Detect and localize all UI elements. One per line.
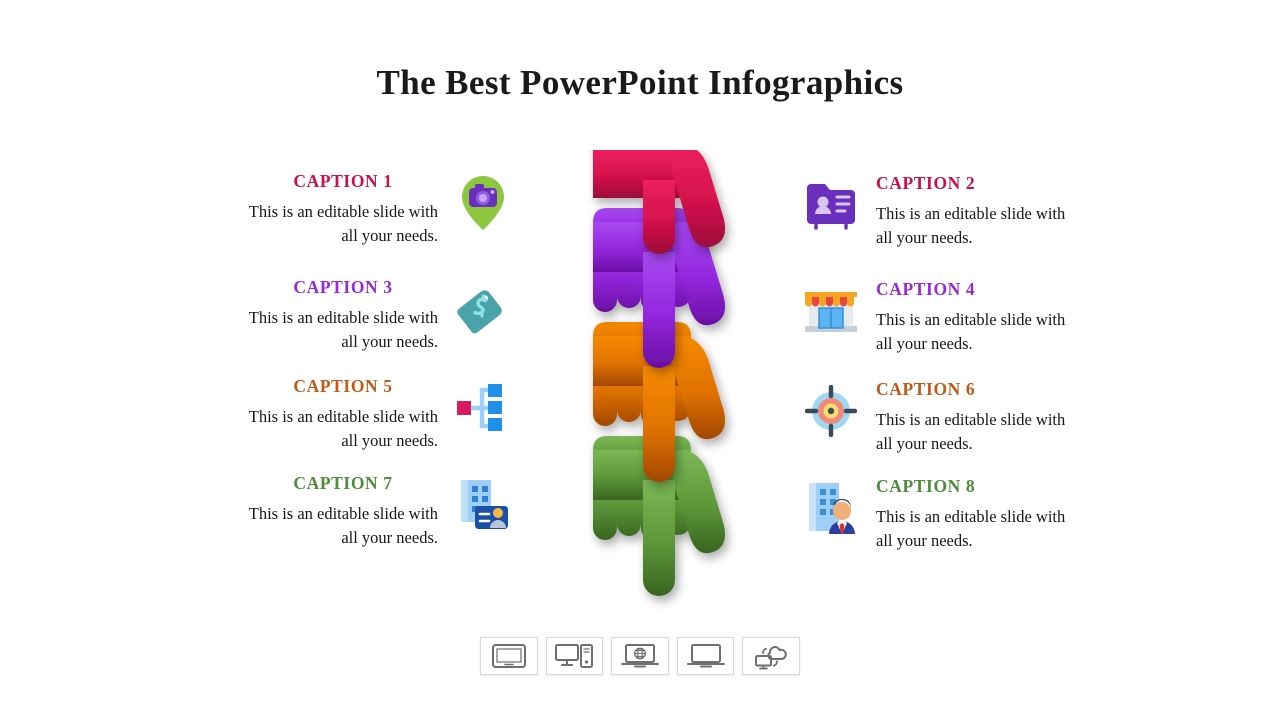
storefront-icon bbox=[800, 280, 862, 342]
caption-body-5: This is an editable slide with all your … bbox=[248, 407, 438, 451]
caption-text-6: CAPTION 6 This is an editable slide with… bbox=[876, 379, 1066, 456]
laptop-icon bbox=[686, 644, 725, 668]
caption-block-5[interactable]: CAPTION 5 This is an editable slide with… bbox=[248, 376, 514, 453]
caption-title-4: CAPTION 4 bbox=[876, 279, 976, 299]
caption-body-7: This is an editable slide with all your … bbox=[248, 504, 438, 548]
device-button-cloud[interactable] bbox=[742, 637, 800, 675]
caption-title-8: CAPTION 8 bbox=[876, 476, 976, 496]
org-chart-hierarchy-icon bbox=[452, 377, 514, 439]
caption-title-1: CAPTION 1 bbox=[293, 171, 393, 191]
device-button-tablet[interactable] bbox=[480, 637, 538, 675]
caption-text-4: CAPTION 4 This is an editable slide with… bbox=[876, 279, 1066, 356]
page-title: The Best PowerPoint Infographics bbox=[376, 63, 904, 102]
desktop-tower-icon bbox=[555, 644, 594, 668]
contact-folder-icon bbox=[800, 174, 862, 236]
price-tag-dollar-icon bbox=[452, 278, 514, 340]
caption-block-7[interactable]: CAPTION 7 This is an editable slide with… bbox=[248, 473, 514, 550]
caption-body-6: This is an editable slide with all your … bbox=[876, 410, 1066, 454]
device-button-web-laptop[interactable] bbox=[611, 637, 669, 675]
caption-body-3: This is an editable slide with all your … bbox=[248, 308, 438, 352]
caption-block-2[interactable]: CAPTION 2 This is an editable slide with… bbox=[800, 173, 1066, 250]
device-button-desktop[interactable] bbox=[545, 637, 604, 675]
center-graphic-layered-hands bbox=[575, 150, 745, 615]
laptop-globe-icon bbox=[620, 644, 659, 668]
caption-text-1: CAPTION 1 This is an editable slide with… bbox=[248, 171, 438, 248]
target-crosshair-icon bbox=[800, 380, 862, 442]
caption-title-6: CAPTION 6 bbox=[876, 379, 976, 399]
caption-text-3: CAPTION 3 This is an editable slide with… bbox=[248, 277, 438, 354]
caption-text-8: CAPTION 8 This is an editable slide with… bbox=[876, 476, 1066, 553]
caption-text-7: CAPTION 7 This is an editable slide with… bbox=[248, 473, 438, 550]
caption-body-2: This is an editable slide with all your … bbox=[876, 204, 1066, 248]
office-building-id-badge-icon bbox=[452, 474, 514, 536]
caption-block-6[interactable]: CAPTION 6 This is an editable slide with… bbox=[800, 379, 1066, 456]
slide-canvas: The Best PowerPoint Infographics CAPTION… bbox=[0, 0, 1280, 720]
device-button-laptop[interactable] bbox=[676, 637, 735, 675]
device-strip bbox=[480, 637, 800, 677]
caption-title-5: CAPTION 5 bbox=[293, 376, 393, 396]
caption-block-8[interactable]: CAPTION 8 This is an editable slide with… bbox=[800, 476, 1066, 553]
caption-block-3[interactable]: CAPTION 3 This is an editable slide with… bbox=[248, 277, 514, 354]
caption-body-1: This is an editable slide with all your … bbox=[248, 202, 438, 246]
location-pin-camera-icon bbox=[452, 172, 514, 234]
caption-title-2: CAPTION 2 bbox=[876, 173, 976, 193]
caption-title-3: CAPTION 3 bbox=[293, 277, 393, 297]
office-building-businessman-icon bbox=[800, 477, 862, 539]
caption-title-7: CAPTION 7 bbox=[293, 473, 393, 493]
caption-text-2: CAPTION 2 This is an editable slide with… bbox=[876, 173, 1066, 250]
caption-body-8: This is an editable slide with all your … bbox=[876, 507, 1066, 551]
caption-text-5: CAPTION 5 This is an editable slide with… bbox=[248, 376, 438, 453]
tablet-icon bbox=[491, 644, 526, 668]
cloud-sync-icon bbox=[755, 646, 787, 670]
caption-body-4: This is an editable slide with all your … bbox=[876, 310, 1066, 354]
caption-block-4[interactable]: CAPTION 4 This is an editable slide with… bbox=[800, 279, 1066, 356]
caption-block-1[interactable]: CAPTION 1 This is an editable slide with… bbox=[248, 171, 514, 248]
